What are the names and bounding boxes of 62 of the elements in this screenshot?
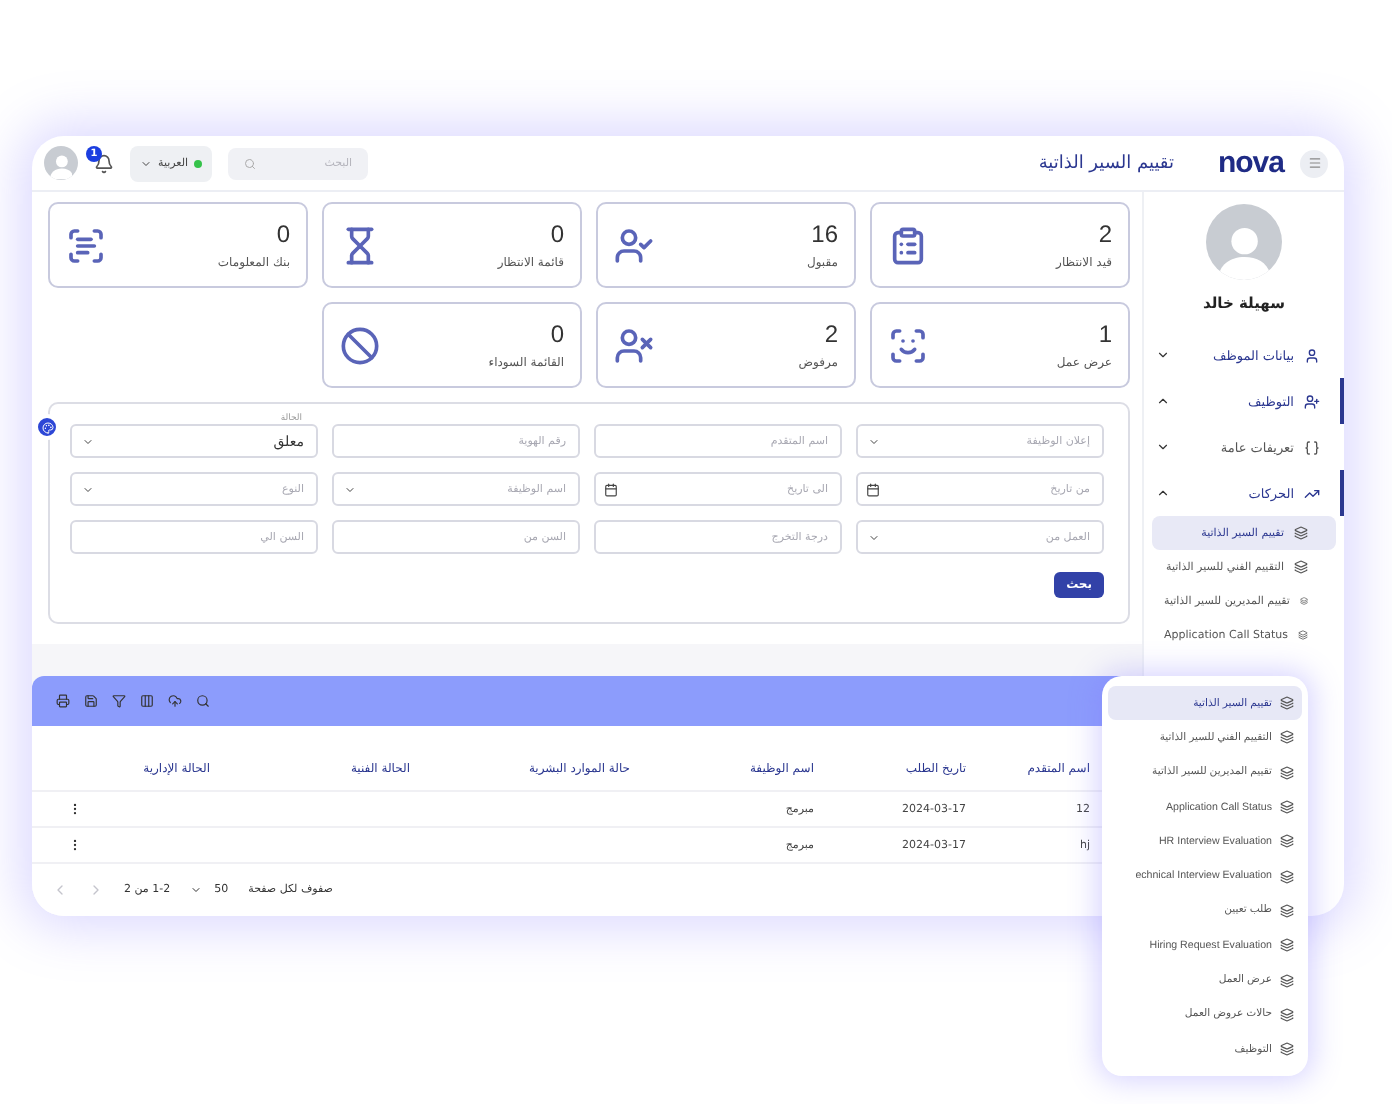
filter-icon[interactable] bbox=[112, 694, 126, 708]
caret-icon bbox=[82, 483, 94, 495]
menu-button[interactable] bbox=[1300, 149, 1328, 177]
chevron-left-icon bbox=[52, 882, 68, 898]
menu-icon bbox=[1307, 156, 1321, 170]
layers-icon bbox=[1299, 594, 1308, 608]
layers-icon bbox=[1280, 800, 1294, 815]
chevron-right-icon bbox=[88, 882, 104, 898]
caret-icon bbox=[868, 435, 880, 447]
layers-icon bbox=[1280, 973, 1294, 988]
layers-icon bbox=[1298, 628, 1308, 642]
columns-icon[interactable] bbox=[140, 694, 154, 708]
stat-icon bbox=[614, 225, 654, 265]
save-icon[interactable] bbox=[84, 694, 98, 708]
stat-value: 1 bbox=[1098, 320, 1112, 348]
caret-icon bbox=[190, 884, 203, 896]
nav-icon bbox=[1304, 347, 1320, 363]
layers-icon bbox=[1280, 696, 1294, 711]
caret-icon bbox=[868, 531, 880, 543]
calendar-icon bbox=[866, 482, 880, 496]
nav-icon bbox=[1304, 485, 1320, 501]
stat-value: 2 bbox=[824, 320, 838, 348]
print-icon[interactable] bbox=[56, 694, 70, 708]
user-avatar bbox=[1206, 204, 1282, 280]
stat-icon bbox=[888, 325, 928, 365]
layers-icon bbox=[1280, 938, 1294, 953]
search-icon bbox=[244, 157, 257, 169]
layers-icon bbox=[1280, 1042, 1294, 1057]
more-icon[interactable] bbox=[68, 838, 82, 852]
layers-icon bbox=[1294, 560, 1308, 574]
logo: nova bbox=[1217, 146, 1284, 180]
stat-value: 0 bbox=[550, 220, 564, 248]
stat-value: 2 bbox=[1098, 220, 1112, 248]
layers-icon bbox=[1280, 730, 1294, 745]
caret-icon bbox=[140, 157, 152, 169]
stat-icon bbox=[66, 225, 106, 265]
page-title: تقييم السير الذاتية bbox=[1038, 153, 1174, 173]
search-icon[interactable] bbox=[196, 694, 210, 708]
more-icon[interactable] bbox=[68, 802, 82, 816]
status-dot bbox=[194, 159, 203, 167]
stat-value: 16 bbox=[811, 220, 838, 248]
layers-icon bbox=[1280, 1007, 1294, 1022]
nav-icon bbox=[1304, 393, 1320, 409]
notification-button[interactable] bbox=[94, 153, 114, 173]
caret-icon bbox=[344, 483, 356, 495]
caret-icon bbox=[82, 435, 94, 447]
palette-icon bbox=[41, 421, 53, 433]
stat-icon bbox=[888, 225, 928, 265]
stat-value: 0 bbox=[276, 220, 290, 248]
layers-icon bbox=[1280, 903, 1294, 918]
calendar-icon bbox=[604, 482, 618, 496]
stat-icon bbox=[614, 325, 654, 365]
layers-icon bbox=[1280, 869, 1294, 884]
layers-icon bbox=[1280, 834, 1294, 849]
stat-value: 0 bbox=[550, 320, 564, 348]
cloud-upload-icon[interactable] bbox=[168, 694, 182, 708]
layers-icon bbox=[1294, 526, 1308, 540]
stat-icon bbox=[340, 325, 380, 365]
palette-button[interactable] bbox=[34, 414, 60, 440]
layers-icon bbox=[1280, 765, 1294, 780]
nav-icon bbox=[1304, 439, 1320, 455]
bell-icon bbox=[94, 153, 114, 173]
